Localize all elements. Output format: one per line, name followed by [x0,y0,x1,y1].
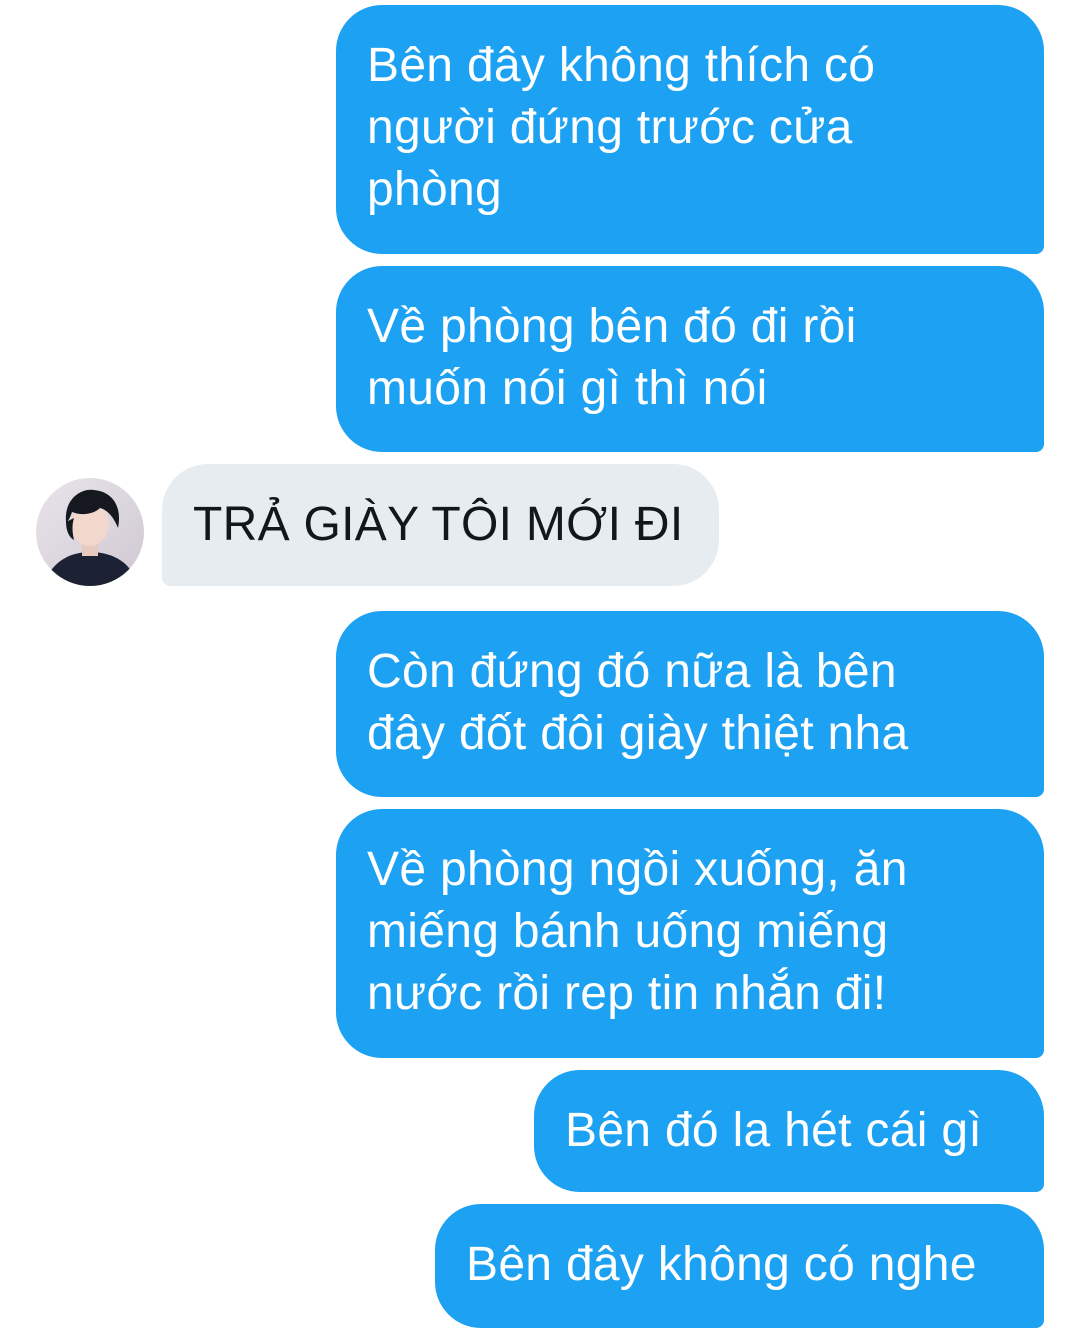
user-avatar[interactable] [36,478,144,586]
message-bubble-sent[interactable]: Về phòng ngồi xuống, ăn miếng bánh uống … [336,809,1044,1058]
message-bubble-sent[interactable]: Bên đây không có nghe [435,1204,1044,1328]
message-bubble-received[interactable]: TRẢ GIÀY TÔI MỚI ĐI [162,464,719,586]
message-bubble-sent[interactable]: Bên đó la hét cái gì [534,1070,1044,1192]
avatar-photo-icon [36,478,144,586]
message-bubble-sent[interactable]: Bên đây không thích có người đứng trước … [336,5,1044,254]
message-bubble-sent[interactable]: Về phòng bên đó đi rồi muốn nói gì thì n… [336,266,1044,452]
message-bubble-sent[interactable]: Còn đứng đó nữa là bên đây đốt đôi giày … [336,611,1044,797]
